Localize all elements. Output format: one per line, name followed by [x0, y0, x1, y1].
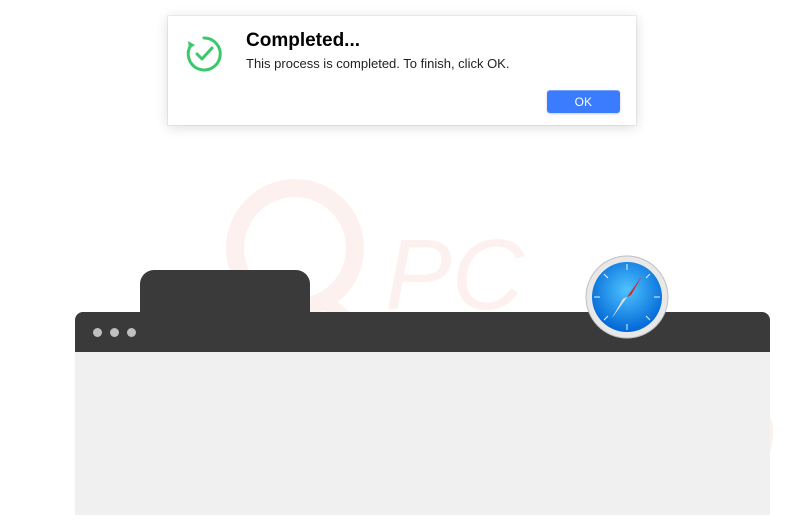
- completion-dialog: Completed... This process is completed. …: [168, 16, 636, 125]
- ok-button[interactable]: OK: [547, 90, 620, 113]
- traffic-light-dot: [110, 328, 119, 337]
- traffic-light-dot: [93, 328, 102, 337]
- dialog-title: Completed...: [246, 30, 620, 52]
- checkmark-refresh-icon: [184, 34, 224, 74]
- browser-tab: [140, 270, 310, 312]
- dialog-message: This process is completed. To finish, cl…: [246, 56, 620, 71]
- safari-icon: [584, 254, 670, 340]
- browser-content-area: [75, 352, 770, 515]
- traffic-light-dot: [127, 328, 136, 337]
